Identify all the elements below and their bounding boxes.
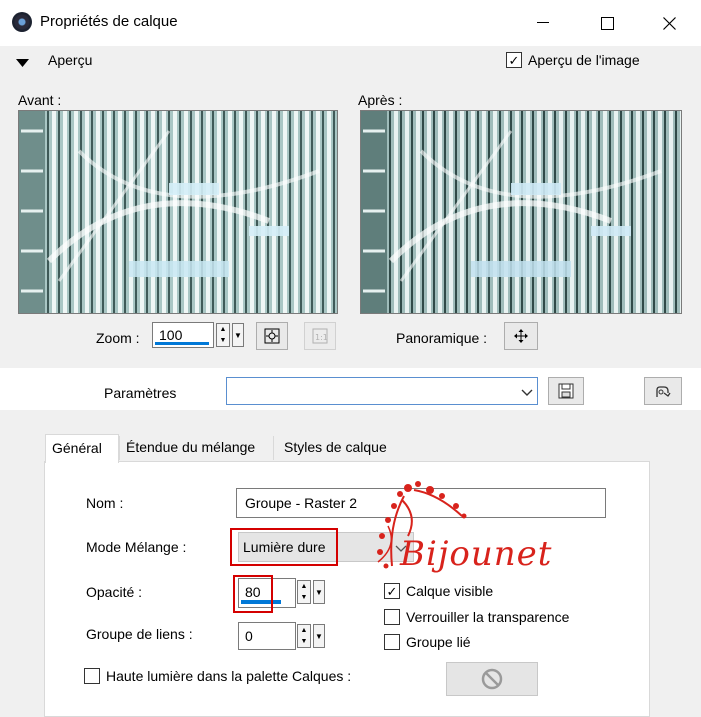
opacity-dropdown-arrow-icon[interactable]: ▼ — [313, 580, 325, 604]
minimize-icon[interactable] — [520, 6, 566, 40]
link-group-value: 0 — [245, 628, 253, 644]
lock-transparency-checkbox[interactable] — [384, 609, 400, 625]
image-preview-checkbox[interactable]: ✓ — [506, 52, 522, 68]
hand-reset-icon — [656, 386, 671, 397]
watermark-text: Bijounet — [400, 534, 553, 574]
collapse-triangle-icon[interactable] — [16, 55, 34, 67]
blend-mode-highlight — [230, 528, 338, 566]
after-preview-image[interactable] — [360, 110, 682, 314]
params-dropdown[interactable] — [226, 377, 538, 405]
zoom-spinner[interactable]: ▲ ▼ — [216, 323, 230, 347]
save-preset-button[interactable] — [548, 377, 584, 405]
zoom-value: 100 — [159, 327, 183, 343]
zoom-fit-icon — [264, 328, 280, 344]
before-preview-image[interactable] — [18, 110, 338, 314]
link-group-dropdown-arrow-icon[interactable]: ▼ — [313, 624, 325, 648]
reset-preset-button[interactable] — [644, 377, 682, 405]
name-value: Groupe - Raster 2 — [245, 495, 358, 511]
before-label: Avant : — [18, 92, 62, 108]
zoom-input-underline — [155, 342, 209, 345]
opacity-spinner[interactable]: ▲ ▼ — [297, 580, 311, 604]
linked-group-checkbox[interactable] — [384, 634, 400, 650]
after-label: Après : — [358, 92, 403, 108]
bijounet-watermark: Bijounet — [358, 476, 568, 586]
chevron-down-icon — [521, 385, 533, 401]
tab-blend-range[interactable]: Étendue du mélange — [120, 434, 272, 462]
maximize-icon[interactable] — [584, 6, 630, 40]
tab-divider — [273, 436, 274, 460]
highlight-color-button[interactable] — [446, 662, 538, 696]
params-label: Paramètres — [104, 385, 177, 401]
tab-general[interactable]: Général — [45, 434, 119, 463]
move-arrows-icon — [514, 329, 528, 343]
highlight-palette-checkbox[interactable] — [84, 668, 100, 684]
opacity-highlight — [233, 575, 273, 613]
highlight-palette-label: Haute lumière dans la palette Calques : — [106, 668, 352, 684]
app-icon — [12, 12, 32, 32]
close-icon[interactable] — [646, 6, 692, 40]
linked-group-label: Groupe lié — [406, 634, 471, 650]
link-group-label: Groupe de liens : — [86, 626, 193, 642]
zoom-input[interactable]: 100 — [152, 322, 214, 348]
window-title: Propriétés de calque — [40, 13, 178, 30]
zoom-label: Zoom : — [96, 330, 140, 346]
name-label: Nom : — [86, 495, 124, 511]
pan-button[interactable] — [504, 322, 538, 350]
title-bar: Propriétés de calque — [0, 0, 701, 46]
zoom-fit-button[interactable] — [256, 322, 288, 350]
svg-text:1:1: 1:1 — [315, 333, 328, 342]
save-icon — [558, 383, 574, 399]
actual-size-icon: 1:1 — [312, 328, 328, 344]
pan-label: Panoramique : — [396, 330, 488, 346]
link-group-spinner[interactable]: ▲ ▼ — [297, 624, 311, 648]
zoom-dropdown-arrow-icon[interactable]: ▼ — [232, 323, 244, 347]
opacity-label: Opacité : — [86, 584, 143, 600]
link-group-input[interactable]: 0 — [238, 622, 296, 650]
no-color-icon — [481, 668, 503, 690]
image-preview-label: Aperçu de l'image — [528, 52, 640, 68]
blend-mode-label: Mode Mélange : — [86, 539, 187, 555]
zoom-actual-size-button[interactable]: 1:1 — [304, 322, 336, 350]
preview-section-toggle[interactable]: Aperçu — [48, 52, 92, 68]
tab-divider — [119, 436, 120, 460]
lock-transparency-label: Verrouiller la transparence — [406, 609, 570, 625]
tab-layer-styles[interactable]: Styles de calque — [278, 434, 398, 462]
